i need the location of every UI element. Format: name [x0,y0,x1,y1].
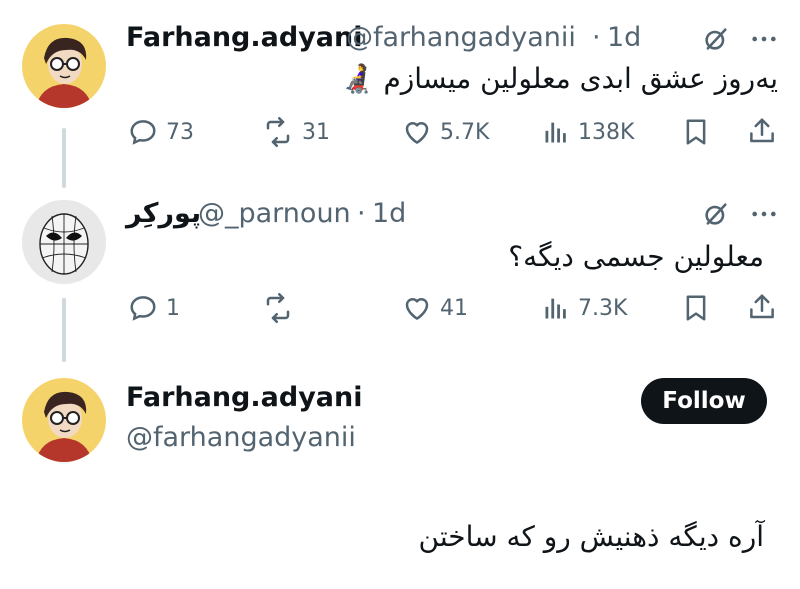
grok-icon[interactable] [702,200,730,228]
share-icon[interactable] [747,116,777,146]
avatar[interactable] [22,378,106,462]
avatar-illustration [22,378,106,462]
display-name[interactable]: Farhang.adyani [126,382,363,413]
repost-count: 31 [302,119,330,145]
grok-icon[interactable] [702,25,730,53]
like-action[interactable]: 5.7K [402,117,489,147]
like-count: 41 [440,295,468,321]
repost-action[interactable]: 31 [262,117,330,147]
tweet-text: معلولین جسمی دیگه؟ [508,240,764,273]
like-action[interactable]: 41 [402,293,468,323]
avatar-illustration [22,200,106,284]
like-icon [402,117,432,147]
avatar-illustration [22,24,106,108]
share-icon[interactable] [747,292,777,322]
repost-icon [262,117,294,147]
repost-icon [262,293,294,323]
reply-count: 73 [166,119,194,145]
handle[interactable]: @farhangadyanii [346,22,576,53]
views-count: 7.3K [578,295,628,321]
bookmark-icon[interactable] [681,117,711,147]
reply-icon [128,293,158,323]
views-action[interactable]: 7.3K [542,293,627,323]
timestamp[interactable]: 1d [607,22,641,53]
views-action[interactable]: 138K [542,117,634,147]
more-icon[interactable] [750,200,778,228]
repost-action[interactable] [262,293,302,323]
like-count: 5.7K [440,119,490,145]
timestamp[interactable]: 1d [372,198,406,229]
thread-line [62,298,66,362]
reply-icon [128,117,158,147]
follow-button[interactable]: Follow [641,378,767,424]
separator: · [357,198,366,229]
display-name[interactable]: Farhang.adyani [126,22,363,53]
display-name[interactable]: پورکِر [126,198,201,229]
views-count: 138K [578,119,635,145]
like-icon [402,293,432,323]
reply-count: 1 [166,295,180,321]
handle[interactable]: @farhangadyanii [126,422,356,453]
views-icon [542,117,570,147]
handle[interactable]: @_parnoun [198,198,351,229]
separator: · [592,22,601,53]
reply-action[interactable]: 1 [128,293,180,323]
avatar[interactable] [22,200,106,284]
reply-action[interactable]: 73 [128,117,194,147]
views-icon [542,293,570,323]
bookmark-icon[interactable] [681,293,711,323]
more-icon[interactable] [750,25,778,53]
thread-line [62,128,66,188]
avatar[interactable] [22,24,106,108]
tweet-text: یه‌روز عشق ابدی معلولین میسازم 👩‍🦼 [339,62,778,95]
post-text: آره دیگه ذهنیش رو که ساختن [418,520,765,553]
